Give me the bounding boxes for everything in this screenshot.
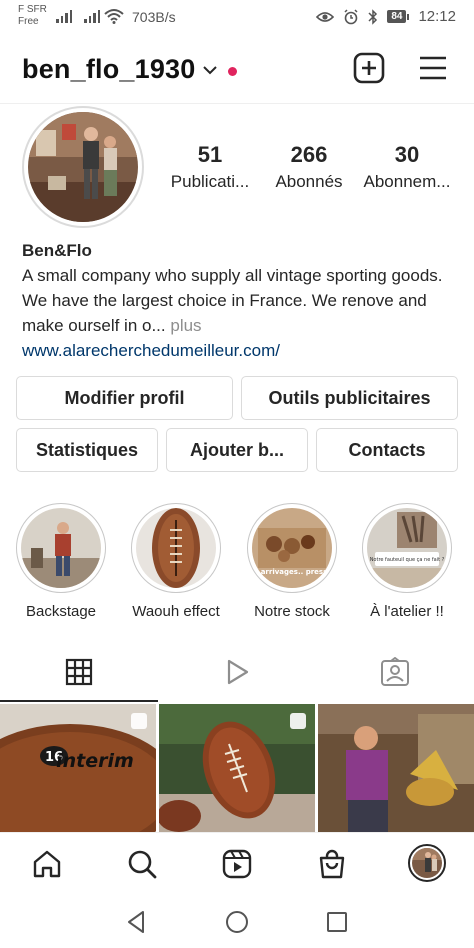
posts-count[interactable]: 51 Publicati... [155,142,265,192]
status-right: 84 12:12 [316,8,456,25]
following-count[interactable]: 30 Abonnem... [352,142,462,192]
highlight-notre-stock[interactable]: ...ils arrivages.. pressés ? Notre stock [237,503,347,620]
notification-dot [228,67,237,76]
insights-button[interactable]: Statistiques [16,428,158,472]
grid-post[interactable]: 16 interim [0,704,156,832]
tagged-icon [381,657,409,686]
back-icon[interactable] [123,908,151,936]
reels-icon [222,849,252,879]
status-bar: F SFR Free 703B/s 84 12:12 [0,0,474,36]
grid-post[interactable] [318,704,474,832]
bottom-navigation [0,832,474,894]
nav-reels[interactable] [220,847,254,881]
post-overlay-word: interim [56,750,134,772]
carrier-label: F SFR Free [18,4,47,28]
highlight-label: Waouh effect [132,603,220,620]
nav-profile[interactable] [408,844,446,882]
profile-name: Ben&Flo [22,241,92,260]
profile-avatar-ring[interactable] [22,106,144,228]
shop-icon [319,849,345,879]
nav-home[interactable] [30,847,64,881]
following-count-value: 30 [394,142,420,167]
bio-text-block: A small company who supply all vintage s… [22,263,452,338]
bluetooth-icon [368,8,378,25]
followers-count[interactable]: 266 Abonnés [254,142,364,192]
grid-icon [65,658,93,686]
nav-shop[interactable] [315,847,349,881]
eye-icon [316,11,335,22]
highlight-ring [16,503,106,593]
add-shop-button[interactable]: Ajouter b... [166,428,308,472]
tab-tagged[interactable] [316,642,474,702]
website-link[interactable]: www.alarecherchedumeilleur.com/ [22,338,452,363]
recents-icon[interactable] [323,908,351,936]
highlight-ring: Notre fauteuil que ça ne fait ? [362,503,452,593]
menu-icon[interactable] [417,52,449,84]
multiple-photos-icon [131,713,147,729]
carrier-line-1: F SFR [18,4,47,15]
profile-avatar[interactable] [28,112,138,222]
reels-icon [227,659,249,685]
ad-tools-button[interactable]: Outils publicitaires [241,376,458,420]
username[interactable]: ben_flo_1930 [22,54,195,85]
highlight-label: À l'atelier !! [370,603,444,620]
highlight-ring: ...ils arrivages.. pressés ? [247,503,337,593]
profile-avatar [412,848,442,878]
highlight-ring [131,503,221,593]
grid-post[interactable] [159,704,315,832]
highlight-cover [136,508,216,588]
highlight-backstage[interactable]: Backstage [6,503,116,620]
bio-more-link[interactable]: plus [170,316,201,335]
signal-icon [84,9,100,23]
highlight-label: Backstage [25,603,97,620]
edit-profile-button[interactable]: Modifier profil [16,376,233,420]
contacts-button[interactable]: Contacts [316,428,458,472]
profile-tabs [0,642,474,702]
highlight-waouh-effect[interactable]: Waouh effect [121,503,231,620]
highlight-cover [21,508,101,588]
followers-count-value: 266 [290,142,328,167]
chevron-down-icon[interactable] [203,65,217,75]
profile-header: ben_flo_1930 [0,36,474,104]
highlight-overlay-text: ...ils arrivages.. pressés ? [252,568,332,576]
multiple-photos-icon [290,713,306,729]
new-post-icon[interactable] [353,52,385,84]
home-icon [33,850,61,878]
active-tab-indicator [0,700,158,702]
highlight-a-l-atelier[interactable]: Notre fauteuil que ça ne fait ? À l'atel… [352,503,462,620]
signal-icon [56,9,72,23]
network-speed: 703B/s [132,9,176,25]
clock: 12:12 [418,8,456,25]
highlight-cover: Notre fauteuil que ça ne fait ? [367,508,447,588]
following-count-label: Abonnem... [363,172,451,191]
home-circle-icon[interactable] [223,908,251,936]
bio-text: A small company who supply all vintage s… [22,266,443,335]
highlight-overlay-text: Notre fauteuil que ça ne fait ? [370,557,445,563]
post-image [318,704,474,832]
wifi-icon [104,9,124,24]
system-navigation [0,894,474,948]
carrier-line-2: Free [18,16,39,27]
alarm-icon [344,8,358,24]
highlight-label: Notre stock [254,603,330,620]
battery-level: 84 [387,10,407,23]
highlight-cover: ...ils arrivages.. pressés ? [252,508,332,588]
posts-count-label: Publicati... [170,172,250,191]
battery-icon: 84 [387,10,410,23]
search-icon [128,850,157,879]
tab-grid[interactable] [0,642,158,702]
tab-reels[interactable] [158,642,316,702]
nav-search[interactable] [125,847,159,881]
followers-count-label: Abonnés [275,172,343,191]
profile-bio: Ben&Flo A small company who supply all v… [22,238,452,363]
posts-count-value: 51 [197,142,223,167]
